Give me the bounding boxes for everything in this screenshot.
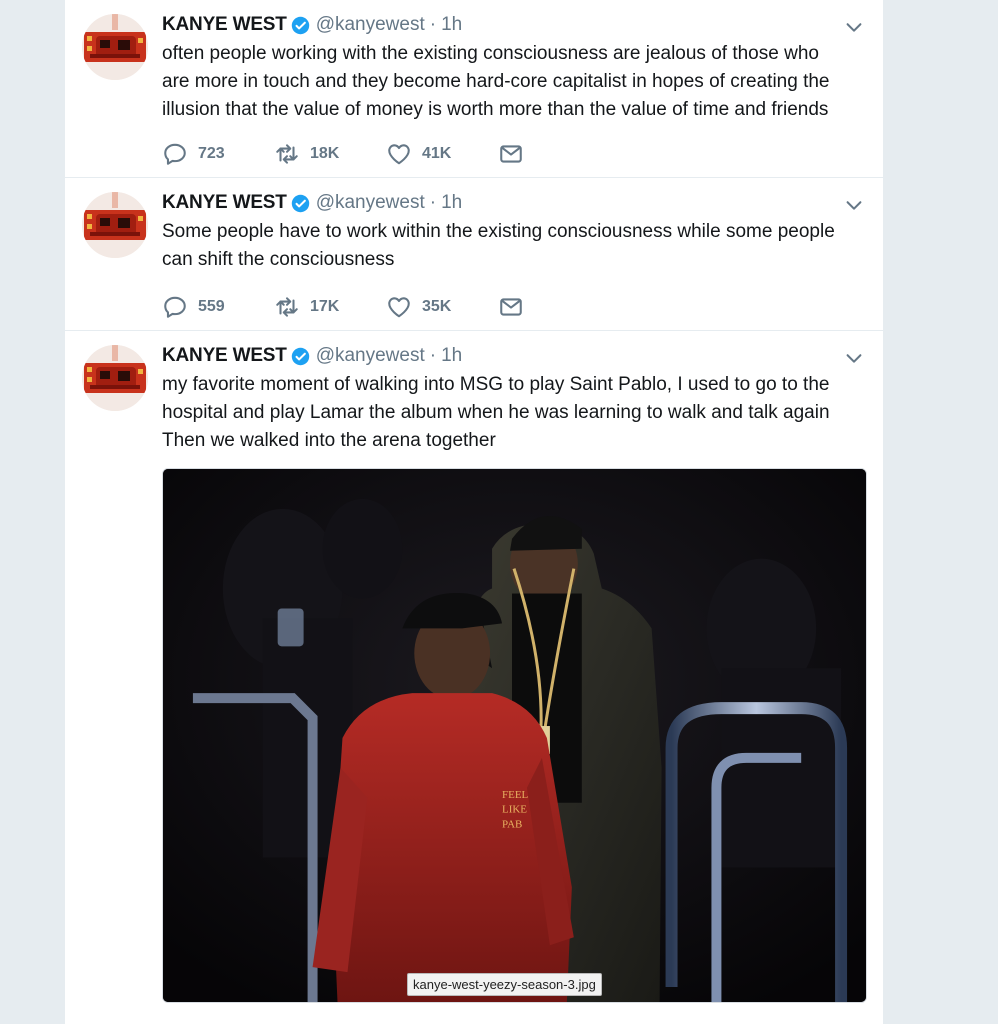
photo-image: FEEL LIKE PAB bbox=[163, 469, 866, 1002]
retweet-icon bbox=[276, 144, 298, 164]
svg-text:PAB: PAB bbox=[502, 819, 522, 831]
retweet-count: 18K bbox=[310, 145, 340, 162]
tweet-text: Some people have to work within the exis… bbox=[162, 221, 835, 270]
user-handle[interactable]: @kanyewest bbox=[316, 14, 425, 36]
svg-text:LIKE: LIKE bbox=[502, 804, 527, 816]
direct-message-button[interactable] bbox=[498, 141, 524, 167]
timestamp[interactable]: 1h bbox=[441, 345, 462, 367]
reply-count: 723 bbox=[198, 145, 225, 162]
tweet-header: KANYE WEST @kanyewest · 1h bbox=[162, 190, 462, 216]
reply-count: 559 bbox=[198, 298, 225, 315]
reply-icon bbox=[164, 296, 186, 318]
user-handle[interactable]: @kanyewest bbox=[316, 345, 425, 367]
timeline: KANYE WEST @kanyewest · 1h often people … bbox=[65, 0, 883, 1024]
display-name[interactable]: KANYE WEST bbox=[162, 14, 287, 36]
chevron-down-icon[interactable] bbox=[843, 194, 865, 216]
like-count: 41K bbox=[422, 145, 452, 162]
tweet[interactable]: KANYE WEST @kanyewest · 1h my favorite m… bbox=[65, 331, 883, 1024]
separator: · bbox=[429, 192, 437, 213]
like-button[interactable]: 35K bbox=[386, 294, 498, 320]
svg-text:FEEL: FEEL bbox=[502, 789, 528, 801]
retweet-button[interactable]: 18K bbox=[274, 141, 386, 167]
separator: · bbox=[429, 14, 437, 35]
heart-icon bbox=[388, 144, 410, 165]
avatar[interactable] bbox=[82, 14, 148, 80]
chevron-down-icon[interactable] bbox=[843, 16, 865, 38]
reply-button[interactable]: 723 bbox=[162, 141, 274, 167]
avatar[interactable] bbox=[82, 192, 148, 258]
envelope-icon bbox=[500, 298, 522, 316]
tweet-text: often people working with the existing c… bbox=[162, 43, 830, 120]
verified-badge-icon bbox=[291, 194, 309, 212]
reply-button[interactable]: 559 bbox=[162, 294, 274, 320]
envelope-icon bbox=[500, 145, 522, 163]
heart-icon bbox=[388, 297, 410, 318]
verified-badge-icon bbox=[291, 347, 309, 365]
timestamp[interactable]: 1h bbox=[441, 192, 462, 214]
tweet-header: KANYE WEST @kanyewest · 1h bbox=[162, 343, 462, 369]
avatar[interactable] bbox=[82, 345, 148, 411]
like-button[interactable]: 41K bbox=[386, 141, 498, 167]
verified-badge-icon bbox=[291, 16, 309, 34]
direct-message-button[interactable] bbox=[498, 294, 524, 320]
like-count: 35K bbox=[422, 298, 452, 315]
tweet-actions: 559 17K 35K bbox=[162, 294, 524, 320]
tweet[interactable]: KANYE WEST @kanyewest · 1h Some people h… bbox=[65, 178, 883, 331]
tweet-text: my favorite moment of walking into MSG t… bbox=[162, 374, 830, 451]
display-name[interactable]: KANYE WEST bbox=[162, 345, 287, 367]
media-caption: kanye-west-yeezy-season-3.jpg bbox=[407, 973, 602, 996]
tweet-photo[interactable]: FEEL LIKE PAB kanye-west-yeezy-season-3.… bbox=[162, 468, 867, 1003]
chevron-down-icon[interactable] bbox=[843, 347, 865, 369]
retweet-count: 17K bbox=[310, 298, 340, 315]
retweet-button[interactable]: 17K bbox=[274, 294, 386, 320]
tweet[interactable]: KANYE WEST @kanyewest · 1h often people … bbox=[65, 0, 883, 178]
timestamp[interactable]: 1h bbox=[441, 14, 462, 36]
display-name[interactable]: KANYE WEST bbox=[162, 192, 287, 214]
reply-icon bbox=[164, 143, 186, 165]
separator: · bbox=[429, 345, 437, 366]
retweet-icon bbox=[276, 297, 298, 317]
user-handle[interactable]: @kanyewest bbox=[316, 192, 425, 214]
tweet-header: KANYE WEST @kanyewest · 1h bbox=[162, 12, 462, 38]
tweet-actions: 723 18K 41K bbox=[162, 141, 524, 167]
